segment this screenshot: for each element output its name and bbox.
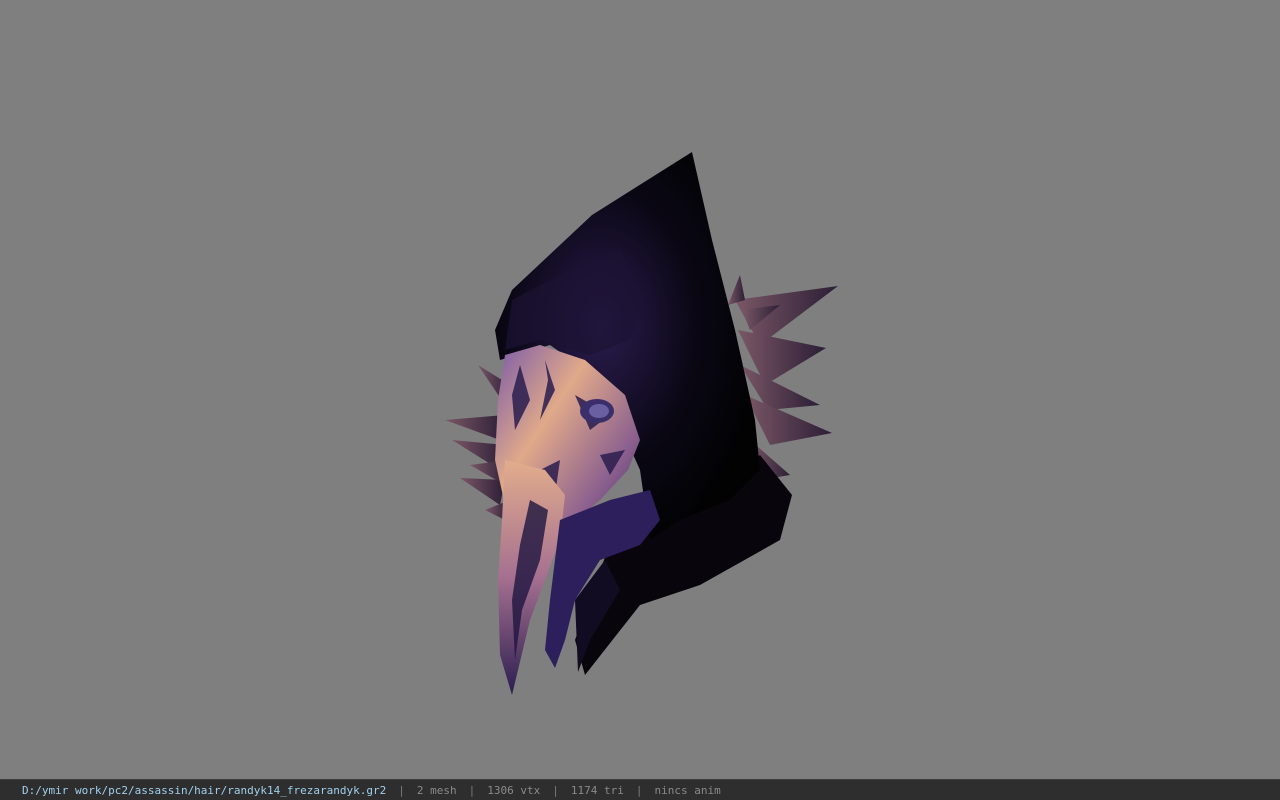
vertex-count: 1306 vtx xyxy=(487,783,541,797)
triangle-count: 1174 tri xyxy=(570,783,624,797)
separator: | xyxy=(635,783,643,797)
status-bar: D:/ymir work/pc2/assassin/hair/randyk14_… xyxy=(0,779,1280,800)
3d-viewport[interactable] xyxy=(0,0,1280,779)
animation-status: nincs anim xyxy=(654,783,721,797)
separator: | xyxy=(398,783,405,797)
file-path: D:/ymir work/pc2/assassin/hair/randyk14_… xyxy=(22,783,387,797)
separator: | xyxy=(552,783,559,797)
helmet-model xyxy=(445,152,838,695)
separator: | xyxy=(468,783,476,797)
mesh-count: 2 mesh xyxy=(416,783,457,797)
